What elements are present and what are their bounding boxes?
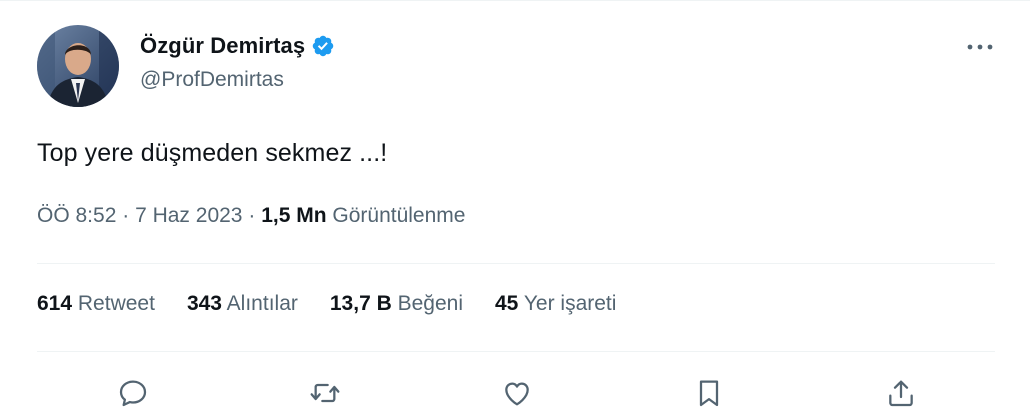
tweet-meta: ÖÖ 8:52 · 7 Haz 2023 · 1,5 Mn Görüntülen… xyxy=(37,204,465,228)
likes-label: Beğeni xyxy=(397,292,463,315)
meta-separator: · xyxy=(248,204,256,227)
retweet-icon xyxy=(310,383,340,403)
author-name-row: Özgür Demirtaş xyxy=(140,33,335,59)
avatar[interactable] xyxy=(37,25,119,107)
share-button[interactable] xyxy=(881,373,921,413)
tweet-card: Özgür Demirtaş @ProfDemirtas Top yere dü… xyxy=(0,0,1030,415)
retweets-stat[interactable]: 614 Retweet xyxy=(37,292,155,316)
more-dots-icon xyxy=(967,44,993,50)
meta-separator: · xyxy=(122,204,130,227)
tweet-time[interactable]: ÖÖ 8:52 xyxy=(37,204,116,227)
quotes-stat[interactable]: 343 Alıntılar xyxy=(187,292,298,316)
more-options-button[interactable] xyxy=(958,29,1002,65)
bookmarks-count: 45 xyxy=(494,292,519,315)
tweet-date[interactable]: 7 Haz 2023 xyxy=(135,204,242,227)
likes-stat[interactable]: 13,7 B Beğeni xyxy=(330,292,463,316)
avatar-photo xyxy=(37,25,119,107)
bookmarks-label: Yer işareti xyxy=(523,292,617,315)
retweets-label: Retweet xyxy=(77,292,155,315)
share-icon xyxy=(889,380,913,407)
author-handle[interactable]: @ProfDemirtas xyxy=(140,68,284,92)
display-name[interactable]: Özgür Demirtaş xyxy=(140,33,305,59)
bookmarks-stat[interactable]: 45 Yer işareti xyxy=(495,292,616,316)
verified-badge-icon xyxy=(311,34,335,58)
divider xyxy=(37,351,995,352)
bookmark-icon xyxy=(699,380,719,407)
tweet-text: Top yere düşmeden sekmez ...! xyxy=(37,139,388,167)
reply-icon xyxy=(119,380,147,407)
engagement-stats: 614 Retweet 343 Alıntılar 13,7 B Beğeni … xyxy=(37,292,616,316)
views-count: 1,5 Mn xyxy=(261,204,327,227)
like-button[interactable] xyxy=(497,373,537,413)
divider xyxy=(37,263,995,264)
views-label: Görüntülenme xyxy=(332,204,466,227)
bookmark-button[interactable] xyxy=(689,373,729,413)
quotes-count: 343 xyxy=(186,292,222,315)
quotes-label: Alıntılar xyxy=(226,292,298,315)
retweets-count: 614 xyxy=(37,292,73,315)
reply-button[interactable] xyxy=(113,373,153,413)
retweet-button[interactable] xyxy=(305,373,345,413)
like-icon xyxy=(505,382,529,406)
likes-count: 13,7 B xyxy=(329,292,392,315)
